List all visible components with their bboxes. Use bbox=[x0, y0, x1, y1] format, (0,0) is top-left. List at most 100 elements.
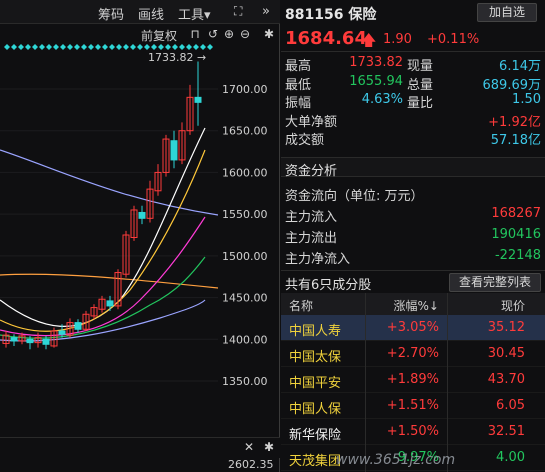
stock-code-name: 881156 保险 bbox=[285, 7, 377, 23]
table-row[interactable]: 中国人寿 +3.05% 35.12 bbox=[281, 315, 545, 341]
tools-menu[interactable]: 工具▾ bbox=[178, 4, 211, 23]
stat-value: 6.14万 bbox=[499, 59, 541, 74]
stock-change: +1.89% bbox=[386, 372, 439, 387]
y-axis-label: 1650.00 bbox=[222, 125, 268, 138]
table-header: 名称 涨幅%↓ 现价 bbox=[281, 293, 545, 315]
stock-change: +1.50% bbox=[386, 424, 439, 439]
stock-name[interactable]: 中国平安 bbox=[289, 372, 341, 391]
adjust-select[interactable]: 前复权 bbox=[141, 27, 177, 44]
stat-value: 57.18亿 bbox=[490, 133, 541, 148]
candle-body bbox=[42, 338, 50, 345]
y-axis-label: 1550.00 bbox=[222, 208, 268, 221]
fund-value: 190416 bbox=[491, 227, 541, 242]
candle-body bbox=[26, 338, 34, 344]
col-name[interactable]: 名称 bbox=[289, 297, 313, 314]
price-change: 1.90 bbox=[383, 32, 412, 47]
index-value: 2602.35 bbox=[228, 458, 274, 471]
draw-line-button[interactable]: 画线 bbox=[138, 4, 164, 23]
fund-label: 主力流出 bbox=[285, 231, 338, 246]
stat-value: 689.69万 bbox=[482, 77, 542, 93]
col-price[interactable]: 现价 bbox=[449, 297, 525, 314]
stat-row: 振幅 4.63% 量比 1.50 bbox=[281, 91, 545, 111]
stock-change: +2.70% bbox=[386, 346, 439, 361]
stock-name[interactable]: 中国人保 bbox=[289, 398, 341, 417]
stock-app: 1700.00 1650.00 1600.00 1550.00 1500.00 1450.… bbox=[0, 0, 545, 472]
moving-average-line bbox=[0, 216, 206, 337]
stat-row: 最高 1733.82 现量 6.14万 bbox=[281, 54, 545, 74]
y-axis-label: 1600.00 bbox=[222, 166, 268, 179]
watermark: www.3651jz.com bbox=[336, 452, 456, 468]
add-watchlist-button[interactable]: 加自选 bbox=[477, 3, 537, 22]
stat-value: 1.50 bbox=[512, 92, 541, 107]
stock-price: 4.00 bbox=[496, 450, 525, 465]
view-full-list-button[interactable]: 查看完整列表 bbox=[449, 273, 541, 292]
zoom-in-icon[interactable]: ⊕ bbox=[222, 27, 236, 41]
stat-row: 成交额 57.18亿 bbox=[281, 128, 545, 148]
moving-average-line bbox=[0, 273, 219, 289]
fund-flow: 资金流向（单位: 万元） 主力流入 168267 主力流出 190416 主力净流入… bbox=[281, 182, 545, 267]
expand-icon[interactable]: » bbox=[262, 4, 270, 19]
stock-price: 32.51 bbox=[487, 424, 525, 439]
chart-toolbar: 筹码 画线 工具▾ ⛶ » bbox=[0, 0, 280, 24]
fund-row: 主力净流入 -22148 bbox=[281, 245, 545, 267]
kline-panel: 1700.00 1650.00 1600.00 1550.00 1500.00 1450.… bbox=[0, 0, 280, 472]
candle-body bbox=[58, 330, 66, 335]
y-axis-label: 1500.00 bbox=[222, 250, 268, 263]
stat-label: 总量 bbox=[407, 77, 434, 93]
stock-name[interactable]: 新华保险 bbox=[289, 424, 341, 443]
chart-bottom-bar: ✕ ✱ bbox=[0, 437, 280, 458]
kline-chart[interactable]: 1700.00 1650.00 1600.00 1550.00 1500.00 1450.… bbox=[0, 0, 280, 472]
candle-body bbox=[74, 322, 82, 330]
table-row[interactable]: 中国太保 +2.70% 30.45 bbox=[281, 341, 545, 367]
fund-title: 资金分析 bbox=[285, 164, 338, 179]
stat-value: 4.63% bbox=[361, 92, 403, 107]
fund-label: 资金流向（单位: 万元） bbox=[285, 189, 424, 204]
candle-body bbox=[10, 337, 18, 342]
chips-button[interactable]: 筹码 bbox=[98, 4, 124, 23]
column-divider bbox=[447, 293, 448, 472]
table-row[interactable]: 中国平安 +1.89% 43.70 bbox=[281, 367, 545, 393]
y-axis-label: 1450.00 bbox=[222, 292, 268, 305]
column-divider bbox=[365, 293, 366, 472]
stock-name[interactable]: 中国人寿 bbox=[289, 320, 341, 339]
stat-label: 振幅 bbox=[285, 96, 312, 111]
fund-section-header: 资金分析 bbox=[281, 157, 545, 179]
col-change[interactable]: 涨幅%↓ bbox=[363, 297, 439, 314]
price-change-pct: +0.11% bbox=[427, 32, 480, 47]
close-icon[interactable]: ✕ bbox=[242, 440, 256, 454]
stock-price: 35.12 bbox=[487, 320, 525, 335]
stock-price: 43.70 bbox=[487, 372, 525, 387]
candle-body bbox=[106, 300, 114, 307]
quote-panel: 881156 保险 加自选 1684.64 🡅 1.90 +0.11% 最高 1… bbox=[281, 0, 545, 472]
quote-stats: 最高 1733.82 现量 6.14万 最低 1655.94 总量 689.69万… bbox=[281, 54, 545, 148]
reset-icon[interactable]: ↺ bbox=[206, 27, 220, 41]
y-axis-label: 1400.00 bbox=[222, 333, 268, 346]
stock-change: +1.51% bbox=[386, 398, 439, 413]
candle-body bbox=[170, 140, 178, 161]
stat-row: 最低 1655.94 总量 689.69万 bbox=[281, 73, 545, 93]
candle-body bbox=[194, 96, 202, 103]
stock-name[interactable]: 中国太保 bbox=[289, 346, 341, 365]
zoom-out-icon[interactable]: ⊖ bbox=[238, 27, 252, 41]
stat-value: 1733.82 bbox=[349, 55, 403, 70]
stat-label: 量比 bbox=[407, 96, 434, 111]
settings-icon[interactable]: ✱ bbox=[262, 27, 276, 41]
fullscreen-icon[interactable]: ⛶ bbox=[234, 4, 242, 19]
stat-value: +1.92亿 bbox=[488, 114, 541, 130]
y-axis-label: 1350.00 bbox=[222, 375, 268, 388]
stock-name[interactable]: 天茂集团 bbox=[289, 450, 341, 469]
fund-row: 主力流出 190416 bbox=[281, 224, 545, 246]
quote-header: 881156 保险 加自选 bbox=[281, 0, 545, 24]
stat-label: 成交额 bbox=[285, 133, 325, 148]
current-price: 1684.64 bbox=[285, 28, 367, 49]
lock-icon[interactable]: ⊓ bbox=[188, 27, 202, 41]
stat-row: 大单净额 +1.92亿 bbox=[281, 110, 545, 130]
stat-label: 现量 bbox=[407, 59, 434, 74]
up-arrow-icon: 🡅 bbox=[361, 31, 377, 49]
table-row[interactable]: 中国人保 +1.51% 6.05 bbox=[281, 393, 545, 419]
table-row[interactable]: 新华保险 +1.50% 32.51 bbox=[281, 419, 545, 445]
settings-icon-bottom[interactable]: ✱ bbox=[262, 440, 276, 454]
stat-value: 1655.94 bbox=[349, 73, 403, 89]
stock-price: 6.05 bbox=[496, 398, 525, 413]
components-header: 共有6只成分股 查看完整列表 bbox=[281, 270, 545, 293]
